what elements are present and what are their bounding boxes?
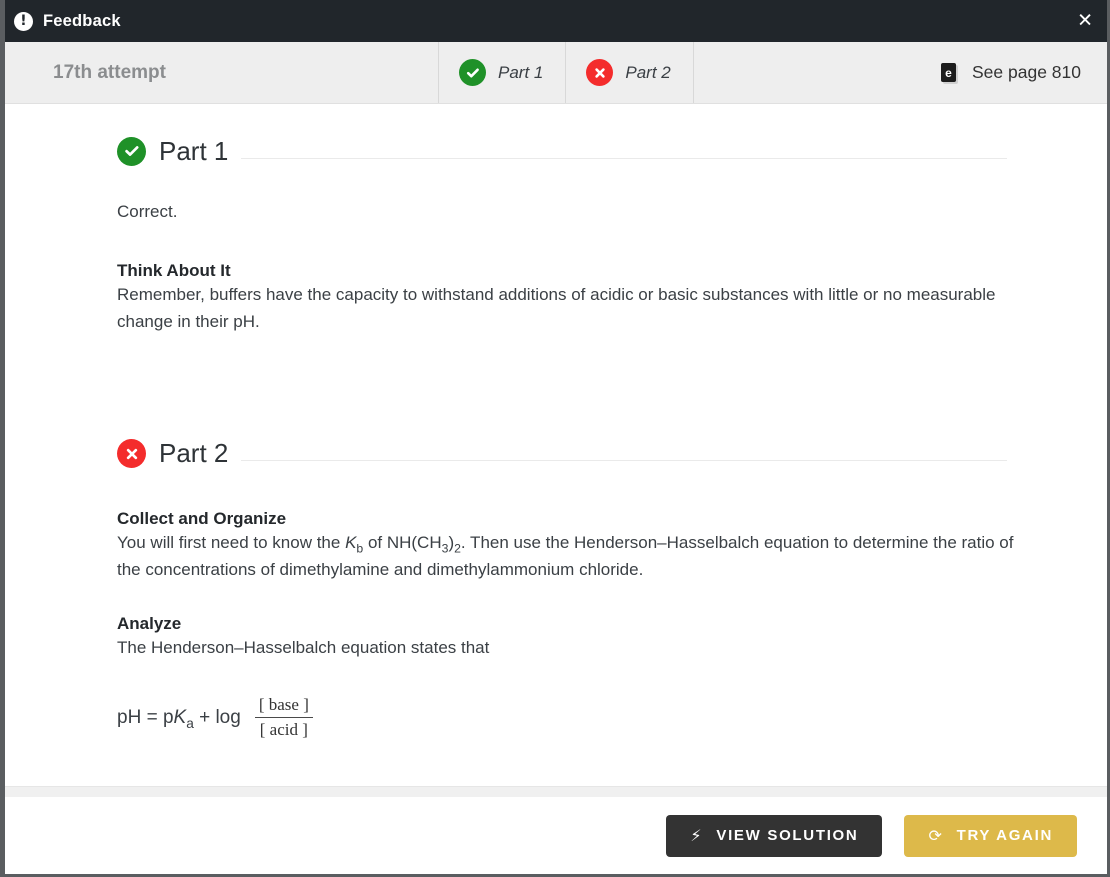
analyze-heading: Analyze [117,613,182,633]
dialog-footer: ⚡ VIEW SOLUTION ⟳ TRY AGAIN [5,797,1107,874]
coll-k-symbol: K [345,532,357,552]
equation-k-symbol: K [173,706,187,728]
titlebar-left-group: ! Feedback [14,11,121,31]
part-1-section-header: Part 1 [117,131,1107,171]
part-1-title: Part 1 [159,135,229,166]
equation-denominator: [ acid ] [259,720,308,740]
close-icon[interactable]: ✕ [1077,11,1093,31]
dialog-title: Feedback [43,11,121,30]
try-again-button[interactable]: ⟳ TRY AGAIN [904,814,1077,857]
x-circle-icon [586,59,614,86]
footer-separator [5,786,1107,797]
think-about-it-text: Remember, buffers have the capacity to w… [117,284,996,332]
lightning-bolt-icon: ⚡ [690,825,704,845]
equation-left-side: pH = pKa + log [117,706,241,731]
try-again-label: TRY AGAIN [956,827,1053,844]
think-about-it-block: Think About It Remember, buffers have th… [117,261,1107,336]
exclamation-circle-icon: ! [14,11,33,31]
see-page-label: See page 810 [972,62,1081,82]
feedback-content-inner: Part 1 Correct. Think About It Remember,… [5,104,1107,740]
henderson-hasselbalch-equation: pH = pKa + log [ base ] [ acid ] [117,695,1107,740]
part-2-divider [241,460,1007,462]
equation-log: + log [193,706,241,728]
feedback-content: Part 1 Correct. Think About It Remember,… [5,104,1107,786]
feedback-dialog: ! Feedback ✕ 17th attempt Part 1 Part 2 [0,0,1110,877]
tabbar-spacer [692,42,941,103]
dialog-titlebar: ! Feedback ✕ [5,0,1107,42]
attempt-tabbar: 17th attempt Part 1 Part 2 e See page 81… [5,42,1107,104]
think-about-it-heading: Think About It [117,260,231,280]
analyze-block: Analyze The Henderson–Hasselbalch equati… [117,614,1107,741]
check-circle-icon [117,136,146,166]
part-1-divider [241,157,1007,159]
equation-numerator: [ base ] [258,695,309,715]
tab-part-1-label: Part 1 [498,62,544,82]
coll-sub-2: 2 [454,540,461,555]
analyze-text: The Henderson–Hasselbalch equation state… [117,637,490,657]
collect-and-organize-heading: Collect and Organize [117,508,287,528]
tab-part-2-label: Part 2 [625,62,671,82]
view-solution-button[interactable]: ⚡ VIEW SOLUTION [666,814,883,857]
x-circle-icon [117,439,146,469]
part-1-result-text: Correct. [117,202,178,221]
part-2-section-header: Part 2 [117,434,1107,474]
part-2-title: Part 2 [159,438,229,469]
view-solution-label: VIEW SOLUTION [716,827,859,844]
collect-and-organize-text: You will first need to know the Kb of NH… [117,529,1015,584]
ebook-icon: e [941,63,956,82]
equation-fraction: [ base ] [ acid ] [254,695,313,740]
refresh-icon: ⟳ [928,825,944,845]
collect-and-organize-block: Collect and Organize You will first need… [117,509,1107,584]
see-page-link[interactable]: e See page 810 [941,42,1107,103]
coll-text-2: of NH(CH [363,532,442,552]
check-circle-icon [459,59,486,86]
attempt-label: 17th attempt [53,61,166,83]
tab-part-2[interactable]: Part 2 [565,42,692,103]
tab-part-1[interactable]: Part 1 [438,42,565,103]
coll-text-1: You will first need to know the [117,532,346,552]
equation-k-subscript: a [186,715,194,731]
equation-ph: pH = p [117,706,174,728]
